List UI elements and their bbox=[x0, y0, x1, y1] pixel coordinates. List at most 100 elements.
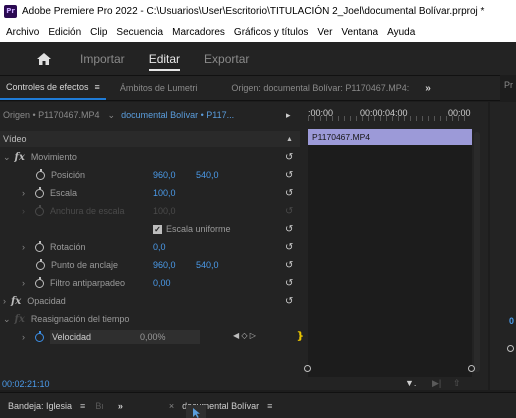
expand-chevron-icon[interactable]: › bbox=[3, 296, 6, 306]
expand-chevron-icon[interactable]: › bbox=[22, 278, 25, 288]
speed-field[interactable]: Velocidad 0,00% bbox=[50, 330, 200, 344]
more-panels-icon[interactable]: » bbox=[425, 83, 431, 94]
menu-clip[interactable]: Clip bbox=[90, 27, 107, 38]
reset-icon[interactable]: ↺ bbox=[285, 296, 293, 307]
reset-icon[interactable]: ↺ bbox=[285, 170, 293, 181]
position-row: Posición 960,0 540,0 ↺ bbox=[0, 167, 300, 183]
stopwatch-icon[interactable] bbox=[36, 258, 45, 270]
fx-icon: fx bbox=[14, 313, 25, 325]
program-value-partial: 0 bbox=[509, 316, 515, 326]
play-clip-icon[interactable]: ▶| bbox=[432, 378, 441, 389]
menu-graficos[interactable]: Gráficos y títulos bbox=[234, 27, 308, 38]
expand-chevron-icon[interactable]: › bbox=[22, 188, 25, 198]
bottom-panel-tabs: Bandeja: Iglesia ≡ Bı » × documental Bol… bbox=[0, 392, 516, 418]
home-icon[interactable] bbox=[36, 52, 54, 66]
expand-chevron-icon[interactable]: ⌄ bbox=[3, 152, 11, 163]
rotation-value[interactable]: 0,0 bbox=[153, 242, 166, 252]
anchor-label: Punto de anclaje bbox=[51, 260, 119, 270]
window-title: Adobe Premiere Pro 2022 - C:\Usuarios\Us… bbox=[22, 5, 485, 17]
opacity-label: Opacidad bbox=[27, 296, 66, 306]
expand-chevron-icon[interactable]: › bbox=[22, 242, 25, 252]
menu-ventana[interactable]: Ventana bbox=[341, 27, 378, 38]
stopwatch-icon[interactable] bbox=[35, 276, 44, 288]
panel-menu-icon[interactable]: ≡ bbox=[267, 401, 272, 411]
selection-tool-icon[interactable] bbox=[186, 405, 206, 418]
play-arrow-icon[interactable]: ▸ bbox=[286, 110, 291, 121]
close-icon[interactable]: × bbox=[169, 401, 174, 411]
menu-edicion[interactable]: Edición bbox=[48, 27, 81, 38]
time-remap-label: Reasignación del tiempo bbox=[30, 314, 130, 324]
tab-bin-iglesia[interactable]: Bandeja: Iglesia bbox=[8, 401, 72, 411]
reset-icon[interactable]: ↺ bbox=[285, 260, 293, 271]
clip-bar-label: P1170467.MP4 bbox=[312, 132, 370, 142]
more-panels-icon[interactable]: » bbox=[118, 401, 123, 411]
reset-icon[interactable]: ↺ bbox=[285, 188, 293, 199]
keyframe-navigator[interactable]: ◀ ◇ ▷ bbox=[233, 331, 256, 340]
menu-ayuda[interactable]: Ayuda bbox=[387, 27, 415, 38]
menu-marcadores[interactable]: Marcadores bbox=[172, 27, 225, 38]
panel-menu-icon[interactable]: ≡ bbox=[80, 401, 85, 411]
program-tab-partial[interactable]: Pr bbox=[504, 80, 513, 90]
speed-label: Velocidad bbox=[52, 332, 92, 342]
sequence-clip-label[interactable]: documental Bolívar • P117... bbox=[121, 110, 234, 120]
menu-secuencia[interactable]: Secuencia bbox=[116, 27, 163, 38]
keyframe-area[interactable] bbox=[308, 145, 472, 377]
menu-ver[interactable]: Ver bbox=[317, 27, 332, 38]
stopwatch-icon[interactable] bbox=[35, 330, 44, 342]
position-x-value[interactable]: 960,0 bbox=[153, 170, 176, 180]
reset-icon[interactable]: ↺ bbox=[285, 152, 293, 163]
stopwatch-icon[interactable] bbox=[35, 186, 44, 198]
time-remap-row[interactable]: ⌄ fx Reasignación del tiempo bbox=[0, 311, 300, 327]
menu-bar: Archivo Edición Clip Secuencia Marcadore… bbox=[0, 22, 516, 42]
tab-exportar[interactable]: Exportar bbox=[204, 42, 249, 75]
vertical-scrollbar[interactable] bbox=[474, 132, 480, 372]
anchor-y-value[interactable]: 540,0 bbox=[196, 260, 219, 270]
scroll-handle-icon[interactable] bbox=[468, 365, 475, 372]
stopwatch-icon[interactable] bbox=[35, 240, 44, 252]
tab-effect-controls-label: Controles de efectos bbox=[6, 82, 89, 92]
scroll-handle-icon[interactable] bbox=[304, 365, 311, 372]
video-label: Vídeo bbox=[3, 134, 27, 144]
expand-chevron-icon[interactable]: › bbox=[22, 332, 25, 342]
tab-lumetri-scopes[interactable]: Ámbitos de Lumetri bbox=[114, 83, 204, 93]
scroll-handle-icon[interactable] bbox=[507, 345, 514, 352]
position-y-value[interactable]: 540,0 bbox=[196, 170, 219, 180]
export-icon[interactable]: ⇧ bbox=[453, 378, 461, 389]
chevron-down-icon[interactable]: ⌄ bbox=[108, 110, 116, 121]
menu-archivo[interactable]: Archivo bbox=[6, 27, 39, 38]
uniform-scale-label: Escala uniforme bbox=[166, 224, 231, 234]
tab-effect-controls[interactable]: Controles de efectos ≡ bbox=[0, 76, 106, 100]
scale-width-row: › Anchura de escala 100,0 ↺ bbox=[0, 203, 300, 219]
stopwatch-icon[interactable] bbox=[36, 168, 45, 180]
fx-icon[interactable]: fx bbox=[15, 152, 25, 163]
expand-chevron-icon[interactable]: ⌄ bbox=[3, 314, 11, 325]
workspace-header: Importar Editar Exportar bbox=[0, 42, 516, 75]
tab-partial[interactable]: Bı bbox=[95, 401, 104, 411]
anchor-x-value[interactable]: 960,0 bbox=[153, 260, 176, 270]
opacity-row[interactable]: › fx Opacidad ↺ bbox=[0, 293, 300, 309]
uniform-scale-checkbox[interactable]: ✓ bbox=[153, 224, 162, 234]
effect-controls-panel: Origen • P1170467.MP4 ⌄ documental Bolív… bbox=[0, 102, 488, 390]
motion-row[interactable]: ⌄ fx Movimiento ↺ bbox=[0, 149, 300, 165]
filter-icon[interactable]: ▼. bbox=[405, 378, 416, 388]
fx-icon[interactable]: fx bbox=[11, 296, 21, 307]
antiflicker-value[interactable]: 0,00 bbox=[153, 278, 171, 288]
scale-width-value: 100,0 bbox=[153, 206, 176, 216]
reset-icon[interactable]: ↺ bbox=[285, 242, 293, 253]
tab-importar[interactable]: Importar bbox=[80, 42, 125, 75]
scale-row: › Escala 100,0 ↺ bbox=[0, 185, 300, 201]
tab-source-monitor[interactable]: Origen: documental Bolívar: P1170467.MP4… bbox=[225, 83, 415, 93]
source-clip-label[interactable]: Origen • P1170467.MP4 bbox=[3, 110, 100, 120]
reset-icon: ↺ bbox=[285, 205, 294, 217]
collapse-up-icon[interactable]: ▲ bbox=[286, 136, 293, 143]
clip-bar[interactable]: P1170467.MP4 bbox=[308, 129, 472, 145]
speed-value[interactable]: 0,00% bbox=[140, 332, 166, 342]
panel-menu-icon[interactable]: ≡ bbox=[95, 82, 100, 92]
expand-chevron-icon: › bbox=[22, 206, 25, 216]
video-header-row: Vídeo ▲ bbox=[0, 131, 300, 147]
reset-icon[interactable]: ↺ bbox=[285, 278, 293, 289]
tab-editar[interactable]: Editar bbox=[148, 42, 181, 75]
reset-icon[interactable]: ↺ bbox=[285, 224, 293, 235]
current-timecode[interactable]: 00:02:21:10 bbox=[2, 379, 50, 389]
scale-value[interactable]: 100,0 bbox=[153, 188, 176, 198]
